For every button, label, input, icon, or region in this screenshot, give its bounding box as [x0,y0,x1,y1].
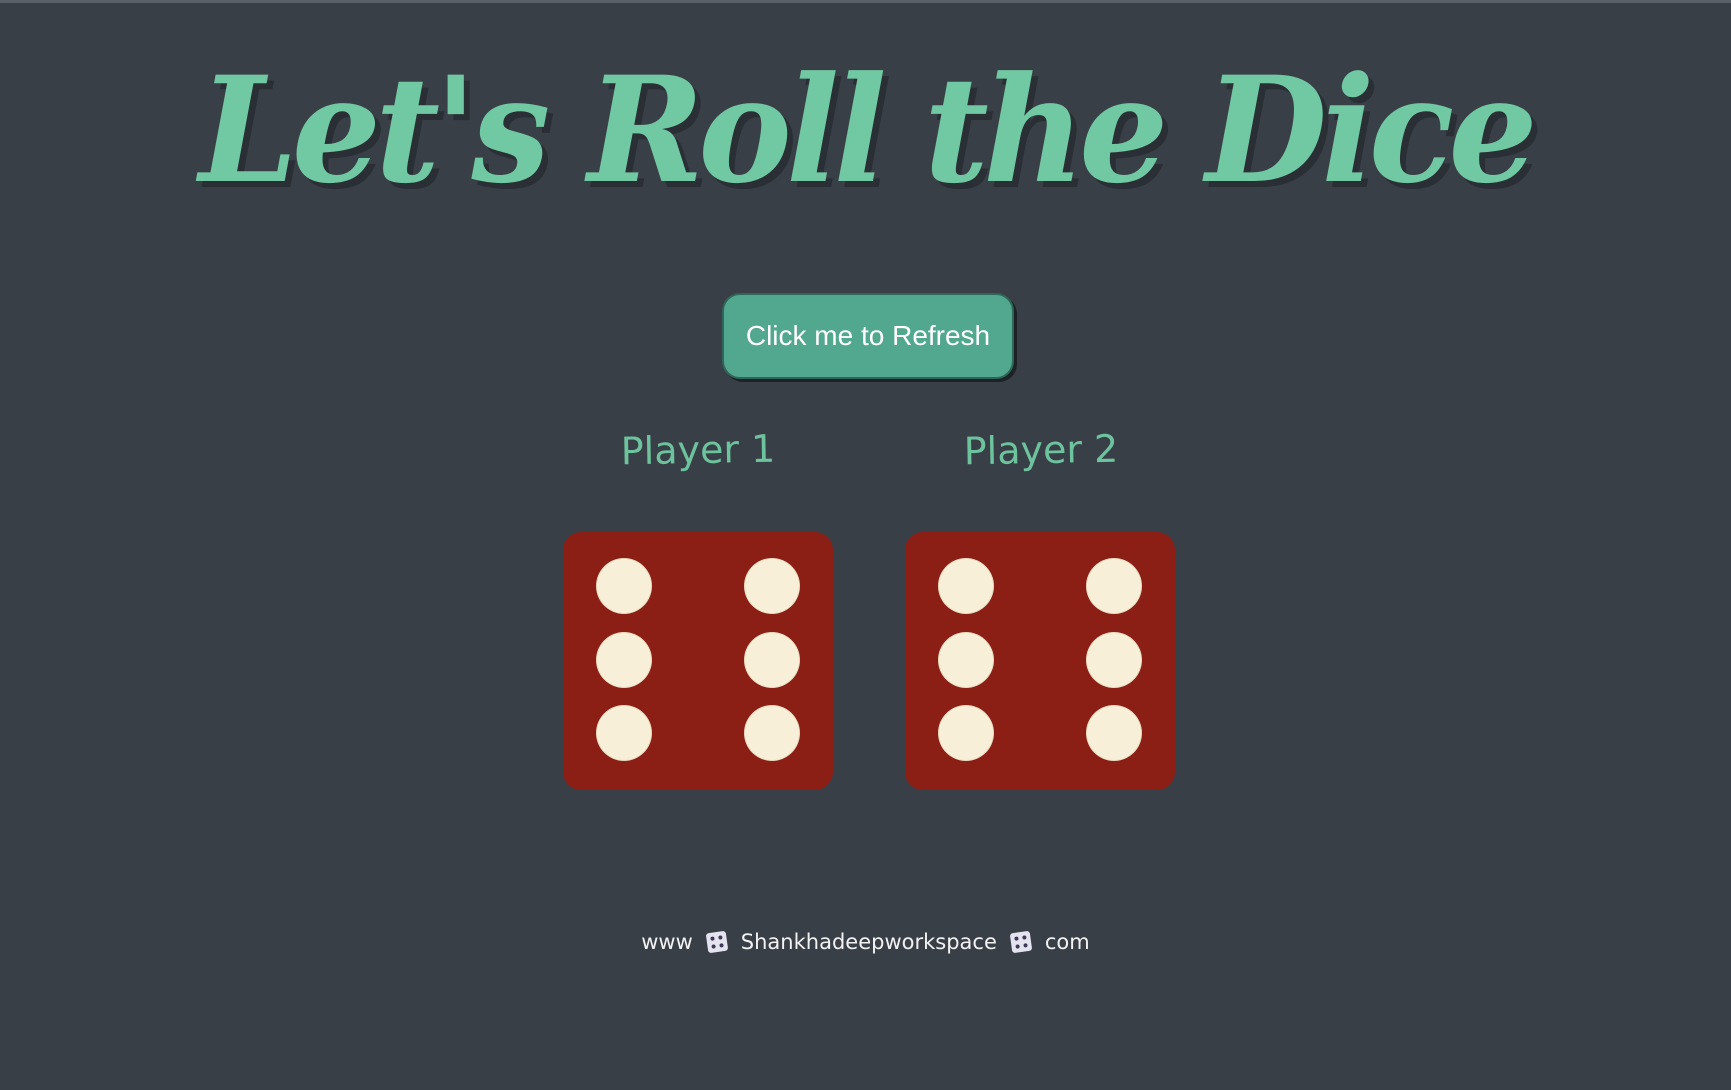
die-pip [597,706,651,760]
die-pip [745,633,799,687]
die-pip [597,633,651,687]
refresh-button[interactable]: Click me to Refresh [722,293,1014,379]
die-pip [939,633,993,687]
footer-prefix: www [641,930,693,954]
die-pip [597,559,651,613]
die-pip [745,706,799,760]
die-pip [1087,633,1141,687]
player-2-label: Player 2 [963,426,1119,474]
die-pip [939,559,993,613]
dice-icon [705,930,729,954]
top-border [0,0,1731,3]
player-1-label: Player 1 [620,426,776,474]
footer-suffix: com [1044,930,1090,954]
page-title: Let's Roll the Dice [199,45,1538,216]
dice-icon [1009,930,1033,954]
die-pip [939,706,993,760]
footer: www Shankhadeepworkspace com [0,930,1731,954]
footer-site-name: Shankhadeepworkspace [740,930,997,954]
die-pip [1087,559,1141,613]
player-1-die [563,532,833,790]
die-pip [1087,706,1141,760]
die-pip [745,559,799,613]
player-2-die [905,532,1175,790]
